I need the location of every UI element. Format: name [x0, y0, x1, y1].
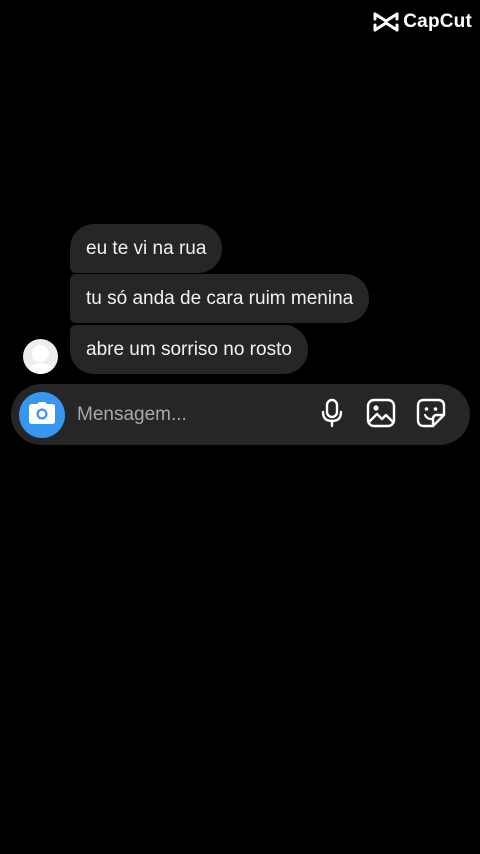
capcut-logo-icon [373, 11, 399, 33]
sticker-icon [416, 398, 446, 433]
sticker-button[interactable] [416, 398, 446, 433]
chat-screen: CapCut eu te vi na rua tu só anda de car… [0, 0, 480, 854]
message-input[interactable] [77, 398, 307, 432]
camera-icon [28, 401, 56, 430]
sender-avatar[interactable] [23, 339, 58, 374]
message-bubble[interactable]: tu só anda de cara ruim menina [70, 274, 370, 323]
microphone-button[interactable] [317, 398, 347, 433]
message-bubble[interactable]: eu te vi na rua [70, 224, 223, 273]
message-text: abre um sorriso no rosto [86, 338, 292, 360]
watermark-label: CapCut [403, 11, 472, 32]
capcut-watermark: CapCut [373, 11, 472, 33]
message-text: eu te vi na rua [86, 237, 207, 259]
message-composer [11, 384, 470, 445]
camera-button[interactable] [19, 392, 65, 438]
gallery-icon [366, 398, 396, 433]
message-text: tu só anda de cara ruim menina [86, 287, 354, 309]
microphone-icon [320, 398, 344, 433]
message-bubble[interactable]: abre um sorriso no rosto [70, 325, 308, 374]
gallery-button[interactable] [366, 398, 396, 433]
